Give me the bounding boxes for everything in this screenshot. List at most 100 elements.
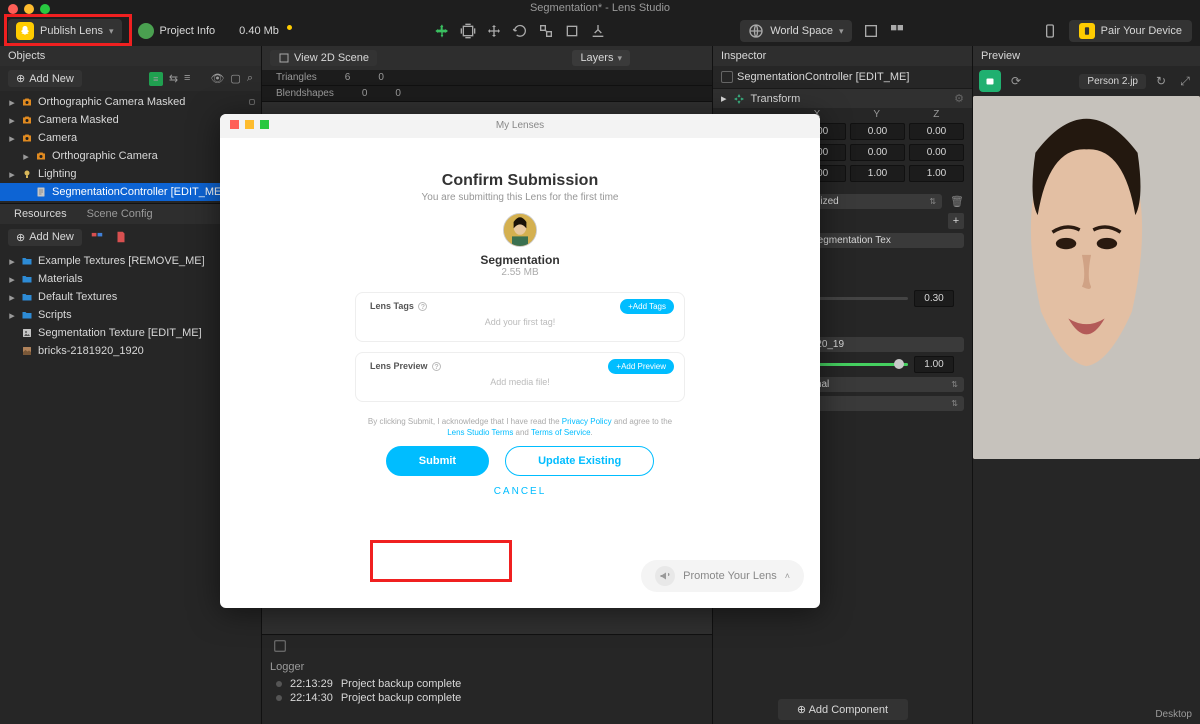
publish-label: Publish Lens — [40, 25, 103, 37]
eye-icon[interactable]: 👁 — [210, 72, 224, 86]
transform-icon — [733, 93, 745, 105]
grid-tool-icon[interactable] — [886, 20, 908, 42]
object-row-0[interactable]: ▸Orthographic Camera Masked — [0, 93, 261, 111]
help-icon[interactable]: ? — [418, 302, 427, 311]
y-input[interactable]: 0.00 — [850, 123, 905, 140]
plus-icon: ⊕ — [16, 72, 25, 85]
objects-add-new-button[interactable]: ⊕ Add New — [8, 70, 82, 87]
z-input[interactable]: 1.00 — [909, 165, 964, 182]
cancel-button[interactable]: CANCEL — [494, 486, 547, 497]
privacy-policy-link[interactable]: Privacy Policy — [562, 417, 612, 426]
modal-minimize-icon[interactable] — [245, 120, 254, 129]
z-label: Z — [933, 109, 939, 120]
local-tool-icon[interactable] — [587, 20, 609, 42]
project-info-button[interactable]: Project Info — [130, 20, 224, 42]
script-icon — [34, 185, 48, 199]
scale-tool-icon[interactable] — [535, 20, 557, 42]
alpha2-value[interactable]: 1.00 — [914, 356, 954, 373]
preview-expand-icon[interactable]: ⤢ — [1176, 72, 1194, 90]
trash-icon[interactable]: 🗑 — [950, 195, 964, 208]
logger-header: Logger — [262, 657, 712, 677]
layers-dropdown[interactable]: Layers ▾ — [572, 50, 630, 66]
blendshapes-value-2: 0 — [395, 88, 401, 99]
help-icon[interactable]: ? — [432, 362, 441, 371]
resource-label: Default Textures — [38, 291, 117, 303]
log-timestamp: 22:14:30 — [290, 692, 333, 704]
alpha1-value[interactable]: 0.30 — [914, 290, 954, 307]
chevron-up-icon: ˄ — [785, 571, 790, 581]
preview-refresh-icon[interactable]: ↻ — [1152, 72, 1170, 90]
viewport-stats: Triangles60 — [262, 70, 712, 86]
snap-logo-icon — [16, 22, 34, 40]
view-2d-scene-button[interactable]: View 2D Scene — [270, 50, 377, 66]
transform-section-header[interactable]: ▸ Transform ⚙ — [713, 88, 972, 108]
chevron-down-icon: ▾ — [109, 26, 114, 37]
modal-maximize-icon[interactable] — [260, 120, 269, 129]
lens-studio-terms-link[interactable]: Lens Studio Terms — [447, 428, 513, 437]
view-tools-group — [860, 20, 908, 42]
y-input[interactable]: 1.00 — [850, 165, 905, 182]
resource-label: Scripts — [38, 309, 72, 321]
log-message: Project backup complete — [341, 692, 461, 704]
publish-lens-button[interactable]: Publish Lens ▾ — [8, 19, 122, 43]
z-input[interactable]: 0.00 — [909, 144, 964, 161]
legal-text: By clicking Submit, I acknowledge that I… — [368, 416, 672, 438]
modal-traffic-lights[interactable] — [230, 120, 269, 129]
submit-button[interactable]: Submit — [386, 446, 489, 476]
add-button[interactable]: + — [948, 213, 964, 229]
globe-icon — [748, 23, 764, 39]
promote-lens-button[interactable]: Promote Your Lens ˄ — [641, 560, 804, 592]
gear-icon[interactable]: ⚙ — [954, 92, 964, 105]
enabled-checkbox[interactable] — [721, 71, 733, 83]
sort-icon[interactable]: ≡ — [184, 72, 190, 86]
move-tool-icon[interactable] — [457, 20, 479, 42]
pair-device-button[interactable]: Pair Your Device — [1069, 20, 1192, 42]
preview-placeholder: Add media file! — [370, 377, 670, 387]
window-title: Segmentation* - Lens Studio — [0, 0, 1200, 16]
objects-header-label: Objects — [8, 50, 45, 62]
camera-icon — [20, 131, 34, 145]
chevron-down-icon: ▾ — [839, 26, 844, 37]
folder-icon — [20, 308, 34, 322]
top-toolbar: Publish Lens ▾ Project Info 0.40 Mb Worl… — [0, 16, 1200, 46]
device-preview-icon[interactable] — [1039, 20, 1061, 42]
add-component-label: Add Component — [809, 704, 889, 716]
tab-scene-config[interactable]: Scene Config — [77, 204, 163, 224]
visibility-icon[interactable]: ▢ — [230, 72, 240, 86]
light-icon — [20, 167, 34, 181]
preview-toolbar: ⟳ Person 2.jp ↻ ⤢ — [973, 66, 1200, 96]
pan-tool-icon[interactable] — [431, 20, 453, 42]
triangles-value-2: 0 — [378, 72, 384, 83]
world-space-dropdown[interactable]: World Space ▾ — [740, 20, 851, 42]
add-tags-button[interactable]: +Add Tags — [620, 299, 674, 314]
preview-capture-button[interactable] — [979, 70, 1001, 92]
resources-add-new-button[interactable]: ⊕ Add New — [8, 229, 82, 246]
rect-tool-icon[interactable] — [561, 20, 583, 42]
resource-new-file-icon[interactable] — [112, 228, 130, 246]
add-component-button[interactable]: ⊕ Add Component — [778, 699, 908, 720]
preview-media-name[interactable]: Person 2.jp — [1079, 74, 1146, 89]
expand-arrow-icon: ▸ — [8, 114, 16, 127]
list-view-icon[interactable]: ≡ — [149, 72, 163, 86]
terms-of-service-link[interactable]: Terms of Service — [531, 428, 591, 437]
resource-filter-icon[interactable] — [88, 228, 106, 246]
y-input[interactable]: 0.00 — [850, 144, 905, 161]
rotate-tool-icon[interactable] — [509, 20, 531, 42]
snap-tool-icon[interactable] — [860, 20, 882, 42]
pair-device-icon — [1079, 23, 1095, 39]
logger-settings-icon[interactable] — [272, 638, 288, 654]
chevron-down-icon: ▾ — [617, 53, 622, 64]
tab-resources[interactable]: Resources — [4, 204, 77, 224]
z-input[interactable]: 0.00 — [909, 123, 964, 140]
triangles-label: Triangles — [276, 72, 317, 83]
camera-icon — [20, 113, 34, 127]
modal-close-icon[interactable] — [230, 120, 239, 129]
plus-icon: ⊕ — [16, 231, 25, 244]
preview-reset-icon[interactable]: ⟳ — [1007, 72, 1025, 90]
search-icon[interactable]: ⌕ — [247, 72, 253, 86]
arrows-tool-icon[interactable] — [483, 20, 505, 42]
filter-icon[interactable]: ⇆ — [169, 72, 178, 86]
expand-arrow-icon: ▸ — [22, 150, 30, 163]
update-existing-button[interactable]: Update Existing — [505, 446, 654, 476]
add-preview-button[interactable]: +Add Preview — [608, 359, 674, 374]
